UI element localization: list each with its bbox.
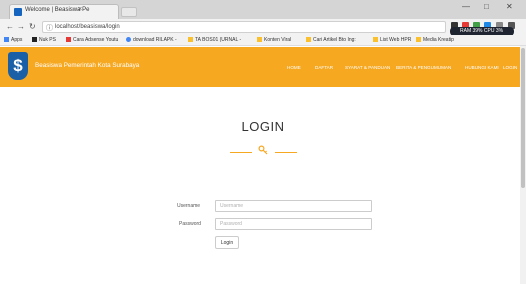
apps-icon <box>4 37 9 42</box>
bookmark[interactable]: List Web HPR <box>373 37 411 43</box>
bookmark-icon <box>32 37 37 42</box>
maximize-icon[interactable]: □ <box>484 2 489 11</box>
bookmark-icon <box>66 37 71 42</box>
minimize-icon[interactable]: — <box>462 2 470 11</box>
bookmark[interactable]: Apps <box>4 37 22 43</box>
reload-icon[interactable]: ↻ <box>29 22 36 31</box>
nav-home[interactable]: HOME <box>287 65 301 70</box>
bookmark[interactable]: Nuk PS <box>32 37 56 43</box>
new-tab-button[interactable] <box>121 7 137 17</box>
bookmark[interactable]: download RILAPK - <box>126 37 177 43</box>
username-input[interactable] <box>215 200 372 212</box>
folder-icon <box>373 37 378 42</box>
nav-login[interactable]: LOGIN <box>503 65 517 70</box>
address-bar[interactable]: ⓘ localhost/beasiswa/login <box>42 21 446 33</box>
password-label: Password <box>179 221 201 227</box>
divider-line <box>275 152 297 153</box>
info-icon[interactable]: ⓘ <box>46 23 53 33</box>
surabaya-logo[interactable]: $ <box>8 52 28 80</box>
tab-close-icon[interactable]: × <box>78 6 82 13</box>
scrollbar[interactable] <box>520 46 526 284</box>
bookmark[interactable]: Konten Viral <box>257 37 291 43</box>
forward-icon[interactable]: → <box>17 22 25 31</box>
key-icon <box>258 145 268 155</box>
site-title[interactable]: Beasiswa Pemerintah Kota Surabaya <box>35 62 139 69</box>
nav-berita-pengumuman[interactable]: BERITA & PENGUMUMAN <box>396 65 451 70</box>
divider-line <box>230 152 252 153</box>
bookmark[interactable]: Cara Adsense Youtu <box>66 37 118 43</box>
back-icon[interactable]: ← <box>6 22 14 31</box>
page-title: LOGIN <box>241 119 285 134</box>
folder-icon <box>416 37 421 42</box>
browser-toolbar: ← → ↻ ⓘ localhost/beasiswa/login <box>0 19 526 35</box>
folder-icon <box>188 37 193 42</box>
login-button[interactable]: Login <box>215 236 239 249</box>
bookmark[interactable]: Media Kreatip <box>416 37 454 43</box>
browser-tab-strip: Welcome | Beasiswa Pe × — □ ✕ <box>0 0 526 19</box>
nav-daftar[interactable]: DAFTAR <box>315 65 333 70</box>
nav-syarat-panduan[interactable]: SYARAT & PANDUAN <box>345 65 390 70</box>
close-window-icon[interactable]: ✕ <box>506 2 513 11</box>
url-text: localhost/beasiswa/login <box>55 24 120 30</box>
site-header: $ Beasiswa Pemerintah Kota Surabaya HOME… <box>0 47 526 87</box>
nav-hubungi-kami[interactable]: HUBUNGI KAMI <box>465 65 499 70</box>
password-input[interactable] <box>215 218 372 230</box>
favicon-icon <box>14 8 22 16</box>
bookmark[interactable]: Cari Artikel Bto Ing: <box>306 37 356 43</box>
google-icon <box>126 37 131 42</box>
bookmarks-bar: Apps Nuk PS Cara Adsense Youtu download … <box>0 35 526 46</box>
scrollbar-thumb[interactable] <box>521 48 525 188</box>
browser-tab[interactable]: Welcome | Beasiswa Pe × <box>9 4 119 19</box>
folder-icon <box>257 37 262 42</box>
bookmark[interactable]: TA BOS01 (URNAL - <box>188 37 241 43</box>
folder-icon <box>306 37 311 42</box>
username-label: Username <box>177 203 201 209</box>
